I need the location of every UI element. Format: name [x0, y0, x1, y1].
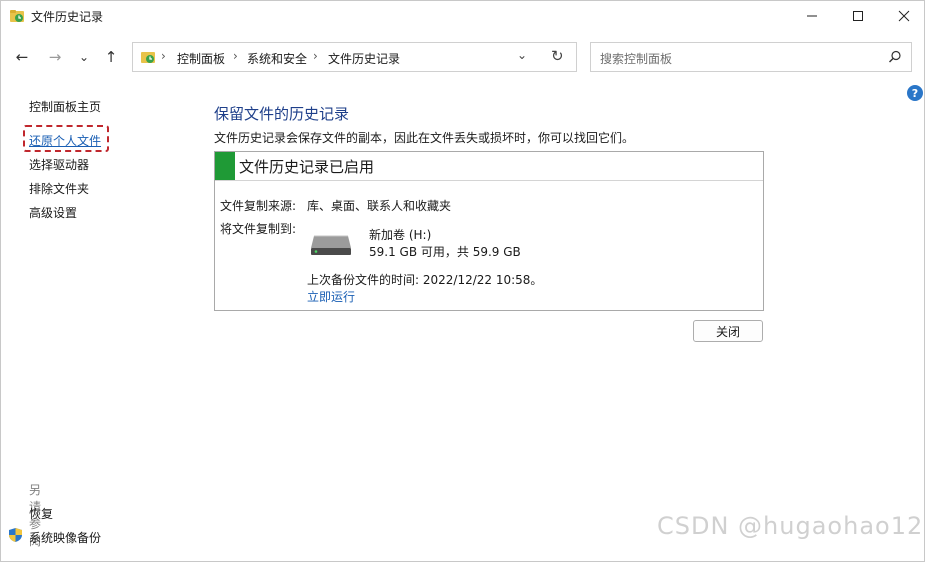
- last-backup-time: 上次备份文件的时间: 2022/12/22 10:58。: [307, 273, 543, 287]
- maximize-button[interactable]: [835, 1, 880, 31]
- title-bar: 文件历史记录: [1, 1, 924, 31]
- file-history-window: 文件历史记录 ← → ⌄ ↑ › 控制面板 › 系统和安全 › 文件历史记录 ⌄…: [0, 0, 925, 562]
- destination-label: 将文件复制到:: [220, 222, 297, 236]
- close-button[interactable]: 关闭: [693, 320, 763, 342]
- breadcrumb-system-security[interactable]: 系统和安全: [247, 50, 307, 67]
- refresh-icon[interactable]: ↻: [551, 47, 564, 65]
- search-placeholder: 搜索控制面板: [600, 52, 673, 66]
- back-button[interactable]: ←: [10, 45, 34, 69]
- control-panel-home-link[interactable]: 控制面板主页: [29, 98, 101, 115]
- back-arrow-icon: ←: [15, 48, 29, 66]
- breadcrumb-separator: ›: [313, 49, 318, 63]
- address-dropdown-icon[interactable]: ⌄: [517, 48, 527, 62]
- watermark-text: CSDN @hugaohao123: [657, 512, 925, 540]
- recovery-link[interactable]: 恢复: [29, 505, 53, 522]
- status-indicator: [215, 152, 235, 180]
- status-text: 文件历史记录已启用: [239, 158, 375, 176]
- maximize-icon: [852, 11, 863, 21]
- chevron-down-icon: ⌄: [78, 50, 90, 64]
- drive-name: 新加卷 (H:): [369, 228, 432, 242]
- control-panel-icon: [141, 52, 155, 63]
- select-drive-link[interactable]: 选择驱动器: [29, 156, 89, 173]
- drive-icon: [311, 235, 351, 255]
- source-value: 库、桌面、联系人和收藏夹: [307, 199, 452, 213]
- address-bar[interactable]: › 控制面板 › 系统和安全 › 文件历史记录 ⌄ ↻: [132, 42, 577, 72]
- shield-icon: [9, 528, 22, 542]
- close-window-button[interactable]: [881, 1, 925, 31]
- file-history-status-panel: 文件历史记录已启用 文件复制来源: 库、桌面、联系人和收藏夹 将文件复制到: 新…: [214, 151, 764, 311]
- page-title: 保留文件的历史记录: [214, 105, 350, 123]
- breadcrumb-separator: ›: [233, 49, 238, 63]
- source-label: 文件复制来源:: [220, 199, 297, 213]
- forward-arrow-icon: →: [48, 48, 62, 66]
- forward-button[interactable]: →: [43, 45, 67, 69]
- breadcrumb-file-history[interactable]: 文件历史记录: [328, 50, 400, 67]
- drive-space: 59.1 GB 可用，共 59.9 GB: [369, 245, 521, 259]
- restore-personal-files-link[interactable]: 还原个人文件: [29, 132, 101, 149]
- up-arrow-icon: ↑: [104, 48, 118, 66]
- recent-locations-button[interactable]: ⌄: [72, 45, 96, 69]
- window-title: 文件历史记录: [31, 10, 104, 24]
- help-icon[interactable]: ?: [907, 85, 923, 101]
- file-history-app-icon: [10, 10, 24, 22]
- up-button[interactable]: ↑: [99, 45, 123, 69]
- minimize-icon: [806, 15, 817, 17]
- system-image-backup-link[interactable]: 系统映像备份: [29, 529, 101, 546]
- status-header: 文件历史记录已启用: [215, 152, 763, 181]
- breadcrumb-control-panel[interactable]: 控制面板: [177, 50, 225, 67]
- minimize-button[interactable]: [789, 1, 834, 31]
- advanced-settings-link[interactable]: 高级设置: [29, 204, 77, 221]
- page-description: 文件历史记录会保存文件的副本，因此在文件丢失或损坏时，你可以找回它们。: [214, 131, 635, 145]
- run-now-link[interactable]: 立即运行: [307, 288, 355, 305]
- search-input[interactable]: 搜索控制面板: [590, 42, 912, 72]
- close-icon: [898, 10, 909, 22]
- exclude-folders-link[interactable]: 排除文件夹: [29, 180, 89, 197]
- breadcrumb-separator: ›: [161, 49, 166, 63]
- search-icon[interactable]: [887, 49, 903, 65]
- navigation-bar: ← → ⌄ ↑ › 控制面板 › 系统和安全 › 文件历史记录 ⌄ ↻ 搜索控制…: [1, 39, 924, 75]
